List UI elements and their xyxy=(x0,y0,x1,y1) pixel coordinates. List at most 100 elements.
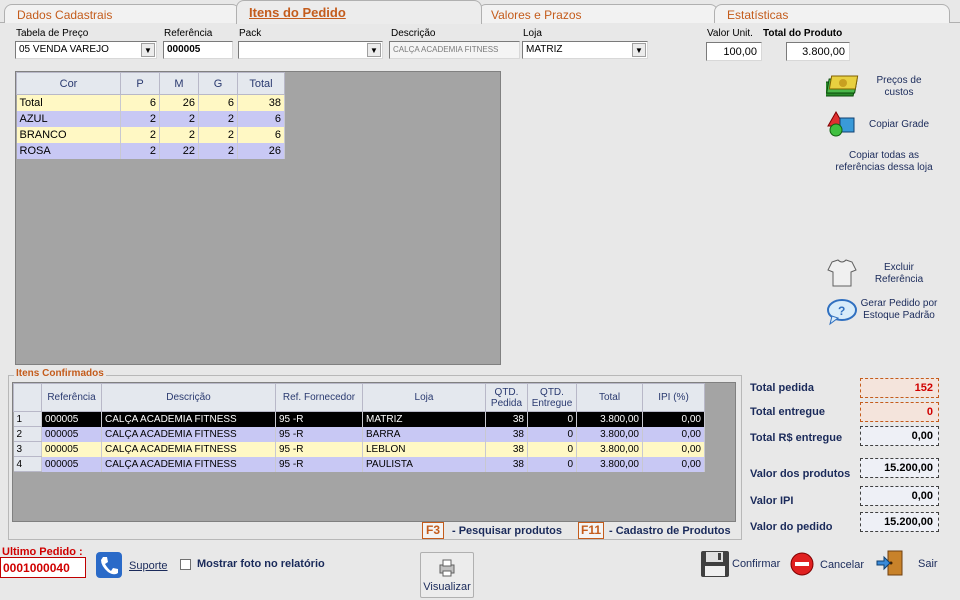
tab-estatisticas[interactable]: Estatísticas xyxy=(714,4,950,23)
money-icon[interactable] xyxy=(822,74,860,103)
item-cell[interactable]: 38 xyxy=(485,441,528,457)
copiar-grade-button[interactable]: Copiar Grade xyxy=(864,119,934,131)
item-cell[interactable]: CALÇA ACADEMIA FITNESS xyxy=(101,441,276,457)
tab-valores-prazos[interactable]: Valores e Prazos xyxy=(478,4,718,23)
size-grid-row[interactable]: AZUL 2 2 2 6 xyxy=(16,110,285,127)
column-header[interactable]: G xyxy=(198,72,238,95)
column-header[interactable]: QTD. Pedida xyxy=(485,383,528,412)
column-header[interactable]: Referência xyxy=(41,383,102,412)
sair-button[interactable]: Sair xyxy=(918,558,938,570)
row-indicator[interactable]: 1 xyxy=(13,411,42,427)
column-header[interactable]: IPI (%) xyxy=(642,383,705,412)
item-row[interactable]: 3 000005 CALÇA ACADEMIA FITNESS 95 -R LEBLON… xyxy=(13,441,705,457)
size-grid-row[interactable]: ROSA 2 22 2 26 xyxy=(16,142,285,159)
column-header[interactable]: Loja xyxy=(362,383,486,412)
item-cell[interactable]: 38 xyxy=(485,411,528,427)
shapes-icon[interactable] xyxy=(826,110,858,141)
descricao-input[interactable]: CALÇA ACADEMIA FITNESS xyxy=(389,41,520,59)
item-cell[interactable]: PAULISTA xyxy=(362,456,486,472)
size-grid-row[interactable]: BRANCO 2 2 2 6 xyxy=(16,126,285,143)
item-cell[interactable]: CALÇA ACADEMIA FITNESS xyxy=(101,456,276,472)
size-grid-cell[interactable]: 26 xyxy=(237,142,285,159)
size-grid-cell[interactable]: 2 xyxy=(159,126,199,143)
excluir-referencia-button[interactable]: Excluir Referência xyxy=(864,262,934,286)
item-cell[interactable]: 3.800,00 xyxy=(576,426,643,442)
row-indicator[interactable]: 2 xyxy=(13,426,42,442)
item-cell[interactable]: 0 xyxy=(527,411,577,427)
column-header[interactable]: Total xyxy=(576,383,643,412)
chevron-down-icon[interactable]: ▼ xyxy=(632,43,646,57)
floppy-disk-icon[interactable] xyxy=(700,550,730,581)
column-header[interactable]: Descrição xyxy=(101,383,276,412)
item-cell[interactable]: 0,00 xyxy=(642,411,705,427)
confirmar-button[interactable]: Confirmar xyxy=(732,558,780,570)
row-indicator[interactable]: 3 xyxy=(13,441,42,457)
loja-select[interactable]: MATRIZ ▼ xyxy=(522,41,648,59)
chevron-down-icon[interactable]: ▼ xyxy=(367,43,381,57)
item-cell[interactable]: CALÇA ACADEMIA FITNESS xyxy=(101,426,276,442)
column-header[interactable]: Cor xyxy=(16,72,121,95)
item-cell[interactable]: 95 -R xyxy=(275,411,363,427)
size-grid-cell[interactable]: 2 xyxy=(198,110,238,127)
cancelar-button[interactable]: Cancelar xyxy=(820,559,864,571)
valor-unit-input[interactable]: 100,00 xyxy=(706,42,762,61)
item-cell[interactable]: 3.800,00 xyxy=(576,411,643,427)
item-cell[interactable]: 95 -R xyxy=(275,456,363,472)
item-cell[interactable]: 000005 xyxy=(41,456,102,472)
item-cell[interactable]: CALÇA ACADEMIA FITNESS xyxy=(101,411,276,427)
size-grid-cell[interactable]: 2 xyxy=(198,142,238,159)
item-row[interactable]: 2 000005 CALÇA ACADEMIA FITNESS 95 -R BARRA 3… xyxy=(13,426,705,442)
row-indicator[interactable]: 4 xyxy=(13,456,42,472)
copiar-todas-button[interactable]: Copiar todas as referências dessa loja xyxy=(828,150,940,174)
item-cell[interactable]: 000005 xyxy=(41,426,102,442)
tabela-preco-select[interactable]: 05 VENDA VAREJO ▼ xyxy=(15,41,157,59)
size-grid-cell[interactable]: 6 xyxy=(120,94,160,111)
mostrar-foto-checkbox[interactable] xyxy=(180,559,191,570)
tab-itens-pedido[interactable]: Itens do Pedido xyxy=(236,0,482,24)
suporte-link[interactable]: Suporte xyxy=(129,560,168,572)
item-cell[interactable]: 0,00 xyxy=(642,441,705,457)
size-grid-cell[interactable]: 2 xyxy=(159,110,199,127)
item-row[interactable]: 1 000005 CALÇA ACADEMIA FITNESS 95 -R MATRIZ… xyxy=(13,411,705,427)
item-cell[interactable]: 0 xyxy=(527,456,577,472)
item-cell[interactable]: 38 xyxy=(485,426,528,442)
itens-confirmados-grid[interactable]: Referência Descrição Ref. Fornecedor Loj… xyxy=(12,382,736,522)
item-cell[interactable]: 3.800,00 xyxy=(576,456,643,472)
size-grid-cell[interactable]: 38 xyxy=(237,94,285,111)
item-cell[interactable]: LEBLON xyxy=(362,441,486,457)
referencia-input[interactable]: 000005 xyxy=(163,41,233,59)
exit-door-icon[interactable] xyxy=(876,550,904,579)
item-cell[interactable]: 0 xyxy=(527,441,577,457)
column-header[interactable]: M xyxy=(159,72,199,95)
size-grid[interactable]: Cor P M G Total Total 6 26 6 38 AZUL 2 2 2 6 BRANC… xyxy=(15,71,501,365)
size-grid-cell[interactable]: 6 xyxy=(237,110,285,127)
size-grid-row[interactable]: Total 6 26 6 38 xyxy=(16,94,285,111)
item-cell[interactable]: 000005 xyxy=(41,441,102,457)
item-cell[interactable]: MATRIZ xyxy=(362,411,486,427)
size-grid-cell[interactable]: AZUL xyxy=(16,110,121,127)
size-grid-cell[interactable]: BRANCO xyxy=(16,126,121,143)
no-entry-icon[interactable] xyxy=(790,552,814,579)
visualizar-button[interactable]: Visualizar xyxy=(420,552,474,598)
item-row[interactable]: 4 000005 CALÇA ACADEMIA FITNESS 95 -R PAULIS… xyxy=(13,456,705,472)
item-cell[interactable]: 0,00 xyxy=(642,426,705,442)
size-grid-cell[interactable]: 2 xyxy=(198,126,238,143)
item-cell[interactable]: 000005 xyxy=(41,411,102,427)
phone-icon[interactable] xyxy=(96,552,122,581)
size-grid-cell[interactable]: 26 xyxy=(159,94,199,111)
size-grid-cell[interactable]: 22 xyxy=(159,142,199,159)
precos-custos-button[interactable]: Preços de custos xyxy=(864,75,934,99)
tab-dados-cadastrais[interactable]: Dados Cadastrais xyxy=(4,4,240,23)
item-cell[interactable]: 3.800,00 xyxy=(576,441,643,457)
size-grid-cell[interactable]: 6 xyxy=(198,94,238,111)
item-cell[interactable]: 0,00 xyxy=(642,456,705,472)
column-header[interactable]: Ref. Fornecedor xyxy=(275,383,363,412)
shirt-icon[interactable] xyxy=(826,258,858,291)
item-cell[interactable]: BARRA xyxy=(362,426,486,442)
size-grid-cell[interactable]: 2 xyxy=(120,142,160,159)
size-grid-cell[interactable]: 2 xyxy=(120,126,160,143)
gerar-pedido-button[interactable]: Gerar Pedido por Estoque Padrão xyxy=(858,298,940,322)
chat-bubble-icon[interactable]: ? xyxy=(826,298,858,329)
column-header[interactable]: QTD. Entregue xyxy=(527,383,577,412)
column-header[interactable]: Total xyxy=(237,72,285,95)
